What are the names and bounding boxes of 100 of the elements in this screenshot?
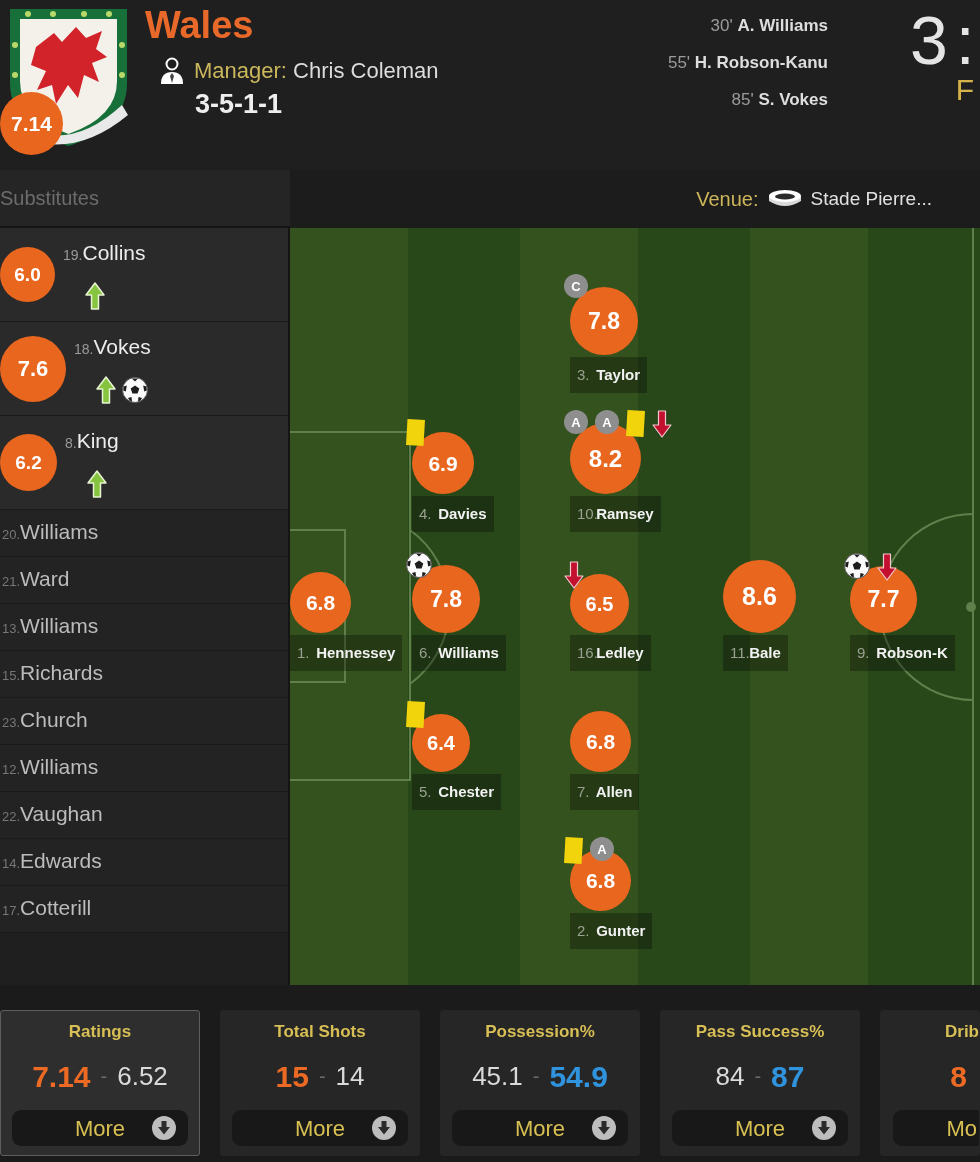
- stat-value: 15: [275, 1058, 309, 1095]
- player-name: 7. Allen: [570, 774, 640, 810]
- value-separator: -: [532, 1064, 540, 1089]
- stadium-icon: [767, 189, 802, 209]
- substitute-row[interactable]: 15.Richards: [0, 651, 288, 698]
- substitute-row[interactable]: 7.6 18.Vokes: [0, 322, 288, 416]
- formation: 3-5-1-1: [195, 88, 284, 120]
- down-arrow-icon: [564, 561, 584, 589]
- stat-value: 8: [950, 1058, 967, 1095]
- up-arrow-icon: [96, 375, 116, 404]
- stat-title: Drib: [945, 1021, 979, 1043]
- venue-name: Stade Pierre...: [810, 186, 932, 211]
- goal-scorer: 85' S. Vokes: [731, 89, 828, 111]
- stat-value: 7.14: [32, 1058, 91, 1095]
- centre-spot: [966, 602, 976, 612]
- substitutes-heading: Substitutes: [0, 186, 99, 211]
- player-name: 14.Edwards: [2, 847, 102, 874]
- player-name: 11.Bale: [723, 635, 788, 671]
- player-rating: 6.5: [570, 574, 629, 633]
- match-status: F: [955, 74, 974, 106]
- substitute-row[interactable]: 6.2 8.King: [0, 416, 288, 510]
- more-button[interactable]: More: [452, 1110, 628, 1146]
- soccer-ball-icon: [406, 552, 432, 578]
- substitute-row[interactable]: 14.Edwards: [0, 839, 288, 886]
- player-name: 12.Williams: [2, 753, 99, 780]
- stat-card[interactable]: Pass Success% 84 - 87 More: [660, 1010, 860, 1156]
- value-separator: -: [100, 1064, 108, 1089]
- stat-card[interactable]: Ratings 7.14 - 6.52 More: [0, 1010, 200, 1156]
- soccer-ball-icon: [122, 376, 148, 403]
- value-separator: -: [318, 1064, 326, 1089]
- down-arrow-circle-icon: [592, 1116, 616, 1140]
- booking-card-icon: [406, 701, 425, 728]
- more-button[interactable]: More: [232, 1110, 408, 1146]
- up-arrow-icon: [87, 469, 107, 498]
- goal-scorer: 55' H. Robson-Kanu: [667, 52, 828, 74]
- substitute-row[interactable]: 17.Cotterill: [0, 886, 288, 933]
- player-rating: 6.2: [0, 434, 57, 491]
- down-arrow-circle-icon: [152, 1116, 176, 1140]
- letter-badge: A: [595, 410, 619, 434]
- stat-value: 6.52: [117, 1059, 168, 1093]
- player-name: 19.Collins: [63, 239, 146, 266]
- player-rating: 7.6: [0, 335, 66, 402]
- player-name: 6. Williams: [412, 635, 506, 671]
- stat-card[interactable]: Possession% 45.1 - 54.9 More: [440, 1010, 640, 1156]
- player-name: 3. Taylor: [570, 357, 648, 393]
- substitute-row[interactable]: 23.Church: [0, 698, 288, 745]
- goal-scorer: 30' A. Williams: [710, 15, 828, 37]
- down-arrow-icon: [652, 410, 672, 438]
- player-rating: 7.8: [412, 565, 480, 633]
- player-name: 21.Ward: [2, 565, 70, 592]
- substitute-row[interactable]: 21.Ward: [0, 557, 288, 604]
- team-rating: 7.14: [0, 92, 63, 155]
- more-button[interactable]: More: [12, 1110, 188, 1146]
- manager-name: Manager: Chris Coleman: [194, 57, 439, 85]
- score: 3: [910, 6, 948, 74]
- player-rating: 6.0: [0, 247, 55, 302]
- player-name: 13.Williams: [2, 612, 99, 639]
- stat-value: 14: [335, 1059, 365, 1093]
- team-name: Wales: [145, 3, 255, 47]
- stat-title: Ratings: [68, 1021, 132, 1043]
- stat-card[interactable]: Drib 8 Mo: [880, 1010, 980, 1156]
- player-rating: 6.8: [290, 572, 351, 633]
- player-name: 18.Vokes: [74, 333, 151, 360]
- venue-label: Venue:: [696, 187, 759, 212]
- player-name: 9. Robson-K: [850, 635, 955, 671]
- player-rating: 7.7: [850, 566, 917, 633]
- player-rating: 6.8: [570, 711, 631, 772]
- down-arrow-icon: [877, 553, 897, 581]
- substitute-row[interactable]: 6.0 19.Collins: [0, 228, 288, 322]
- player-name: 16.Ledley: [570, 635, 651, 671]
- down-arrow-circle-icon: [372, 1116, 396, 1140]
- booking-card-icon: [406, 419, 425, 446]
- player-name: 17.Cotterill: [2, 894, 92, 921]
- more-button[interactable]: More: [672, 1110, 848, 1146]
- player-name: 23.Church: [2, 706, 88, 733]
- substitute-row[interactable]: 22.Vaughan: [0, 792, 288, 839]
- stat-title: Total Shots: [274, 1021, 366, 1043]
- substitute-row[interactable]: 12.Williams: [0, 745, 288, 792]
- down-arrow-circle-icon: [812, 1116, 836, 1140]
- value-separator: -: [754, 1064, 762, 1089]
- stat-card[interactable]: Total Shots 15 - 14 More: [220, 1010, 420, 1156]
- up-arrow-icon: [85, 281, 105, 310]
- substitute-row[interactable]: 20.Williams: [0, 510, 288, 557]
- soccer-ball-icon: [844, 553, 870, 579]
- stat-title: Possession%: [485, 1021, 595, 1043]
- stat-value: 45.1: [472, 1059, 523, 1093]
- player-name: 15.Richards: [2, 659, 103, 686]
- player-name: 4. Davies: [412, 496, 494, 532]
- player-name: 22.Vaughan: [2, 800, 103, 827]
- booking-card-icon: [564, 837, 583, 864]
- person-icon: [160, 57, 184, 85]
- player-name: 5. Chester: [412, 774, 502, 810]
- player-rating: 8.6: [723, 560, 796, 633]
- substitute-row[interactable]: 13.Williams: [0, 604, 288, 651]
- more-button[interactable]: Mo: [893, 1110, 979, 1146]
- player-name: 20.Williams: [2, 518, 99, 545]
- stat-value: 84: [715, 1059, 745, 1093]
- stat-value: 54.9: [549, 1058, 608, 1095]
- player-rating: 6.4: [412, 714, 470, 772]
- player-name: 2. Gunter: [570, 913, 653, 949]
